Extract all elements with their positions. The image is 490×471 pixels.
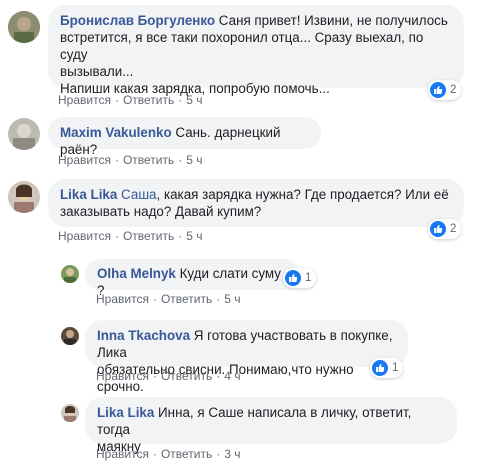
comment-actions: Нравится · Ответить · 3 ч — [96, 447, 241, 461]
avatar[interactable] — [61, 327, 79, 345]
separator: · — [152, 369, 157, 383]
separator: · — [114, 153, 119, 167]
comment-actions: Нравится · Ответить · 5 ч — [96, 292, 241, 306]
comment-author[interactable]: Inna Tkachova — [97, 328, 190, 343]
avatar-image-icon — [61, 404, 79, 422]
comment-actions: Нравится · Ответить · 4 ч — [96, 369, 241, 383]
comment-bubble: Inna Tkachova Я готова участвовать в пок… — [85, 320, 408, 394]
timestamp[interactable]: 5 ч — [224, 292, 240, 306]
mention-link[interactable]: Саша — [121, 187, 156, 202]
reaction-number: 1 — [305, 272, 312, 284]
avatar[interactable] — [61, 265, 79, 283]
separator: · — [178, 153, 183, 167]
timestamp[interactable]: 4 ч — [224, 369, 240, 383]
comment-author[interactable]: Lika Lika — [60, 187, 117, 202]
like-link[interactable]: Нравится — [58, 229, 111, 243]
comment-bubble: Lika Lika Инна, я Саше написала в личку,… — [85, 397, 457, 454]
separator: · — [216, 292, 221, 306]
comment-bubble: Olha Melnyk Куди слати суму ? — [85, 259, 300, 298]
reply-link[interactable]: Ответить — [123, 229, 174, 243]
separator: · — [216, 369, 221, 383]
reply-link[interactable]: Ответить — [161, 369, 212, 383]
comment-text-line: заказывать надо? Давай купим? — [60, 204, 262, 219]
comment-bubble: Бронислав Боргуленко Саня привет! Извини… — [48, 5, 464, 96]
timestamp[interactable]: 5 ч — [186, 229, 202, 243]
timestamp[interactable]: 5 ч — [186, 153, 202, 167]
like-icon — [285, 270, 301, 286]
separator: · — [152, 292, 157, 306]
reaction-number: 2 — [450, 84, 457, 96]
reaction-number: 1 — [392, 362, 399, 374]
comment-bubble: Lika Lika Саша, какая зарядка нужна? Где… — [48, 179, 464, 227]
reply-link[interactable]: Ответить — [123, 93, 174, 107]
separator: · — [216, 447, 221, 461]
like-link[interactable]: Нравится — [96, 369, 149, 383]
separator: · — [114, 93, 119, 107]
separator: · — [178, 93, 183, 107]
comment-text-line: вызывали... — [60, 64, 134, 79]
avatar-image-icon — [61, 265, 79, 283]
comment-author[interactable]: Бронислав Боргуленко — [60, 13, 215, 28]
separator: · — [114, 229, 119, 243]
comment-actions: Нравится · Ответить · 5 ч — [58, 153, 203, 167]
reaction-count[interactable]: 2 — [428, 80, 462, 100]
comment-author[interactable]: Maxim Vakulenko — [60, 125, 172, 140]
comment-author[interactable]: Olha Melnyk — [97, 266, 176, 281]
reply-link[interactable]: Ответить — [161, 292, 212, 306]
like-link[interactable]: Нравится — [96, 292, 149, 306]
like-link[interactable]: Нравится — [58, 93, 111, 107]
comment-text-line: Саня привет! Извини, не получилось — [218, 13, 448, 28]
avatar-image-icon — [8, 118, 40, 150]
avatar-image-icon — [8, 11, 40, 43]
avatar[interactable] — [8, 181, 40, 213]
like-icon — [372, 360, 388, 376]
avatar[interactable] — [8, 11, 40, 43]
reaction-count[interactable]: 1 — [283, 268, 317, 288]
comment-actions: Нравится · Ответить · 5 ч — [58, 93, 203, 107]
avatar-image-icon — [61, 327, 79, 345]
comment-text-line: встретится, я все таки похоронил отца...… — [60, 30, 424, 62]
separator: · — [178, 229, 183, 243]
like-link[interactable]: Нравится — [96, 447, 149, 461]
comment-bubble: Maxim Vakulenko Сань. дарнецкий раён? — [48, 117, 321, 157]
reaction-count[interactable]: 2 — [428, 219, 462, 239]
timestamp[interactable]: 5 ч — [186, 93, 202, 107]
reaction-number: 2 — [450, 223, 457, 235]
like-link[interactable]: Нравится — [58, 153, 111, 167]
separator: · — [152, 447, 157, 461]
avatar[interactable] — [8, 118, 40, 150]
timestamp[interactable]: 3 ч — [224, 447, 240, 461]
avatar-image-icon — [8, 181, 40, 213]
reaction-count[interactable]: 1 — [370, 358, 404, 378]
reply-link[interactable]: Ответить — [161, 447, 212, 461]
comment-author[interactable]: Lika Lika — [97, 405, 154, 420]
reply-link[interactable]: Ответить — [123, 153, 174, 167]
avatar[interactable] — [61, 404, 79, 422]
like-icon — [430, 221, 446, 237]
comment-text-line: , какая зарядка нужна? Где продается? Ил… — [156, 187, 449, 202]
comment-actions: Нравится · Ответить · 5 ч — [58, 229, 203, 243]
like-icon — [430, 82, 446, 98]
